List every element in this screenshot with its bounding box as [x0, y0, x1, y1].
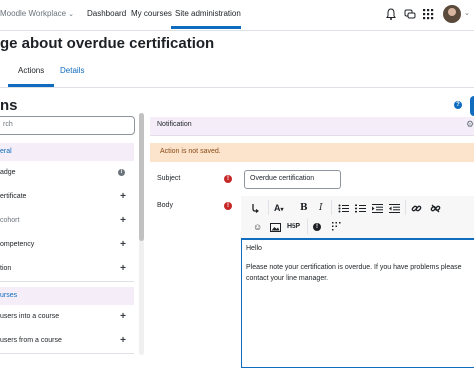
required-icon: ! — [224, 202, 232, 210]
accessibility-icon[interactable]: ! — [313, 223, 321, 231]
page-tabs: Actions Details — [0, 58, 474, 88]
body-line: Hello — [246, 245, 262, 252]
active-nav-indicator — [171, 26, 241, 29]
action-item-competency[interactable]: ompetency + — [0, 233, 134, 258]
italic-icon[interactable]: I — [319, 203, 323, 213]
brand-label: Moodle Workplace — [0, 9, 67, 18]
brand-menu[interactable]: Moodle Workplace ⌄ — [0, 9, 74, 18]
alert-text: Action is not saved. — [160, 148, 221, 155]
panel-title: Notification — [157, 121, 192, 128]
action-label: users into a course — [0, 313, 60, 320]
emoji-icon[interactable]: ☺ — [253, 222, 262, 232]
user-avatar[interactable] — [443, 5, 461, 23]
action-label: ompetency — [0, 241, 35, 248]
font-style-icon[interactable]: A▾ — [274, 203, 284, 213]
image-icon[interactable] — [270, 223, 281, 232]
toolbar-toggle-icon[interactable] — [250, 203, 260, 213]
category-general: eral — [0, 143, 134, 161]
warning-alert: Action is not saved. — [150, 143, 474, 162]
nav-my-courses[interactable]: My courses — [131, 9, 172, 18]
toolbar-separator — [405, 200, 406, 215]
nav-site-administration[interactable]: Site administration — [175, 9, 241, 18]
bold-icon[interactable]: B — [300, 203, 308, 213]
action-label: adge — [0, 169, 16, 176]
toolbar-separator — [268, 200, 269, 215]
action-label: ertificate — [0, 193, 27, 200]
chevron-down-icon: ⌄ — [68, 11, 74, 18]
action-item-badge[interactable]: adge i — [0, 161, 134, 186]
gear-icon[interactable]: ⚙ — [466, 119, 474, 130]
plus-icon[interactable]: + — [120, 215, 126, 226]
numbered-list-icon[interactable] — [355, 204, 366, 213]
category-label: urses — [0, 292, 18, 299]
top-navbar: Moodle Workplace ⌄ Dashboard My courses S… — [0, 0, 474, 31]
category-courses: urses — [0, 287, 134, 305]
show-more-icon[interactable] — [331, 221, 342, 232]
action-item-certificate[interactable]: ertificate + — [0, 185, 134, 210]
subject-label: Subject — [157, 175, 181, 182]
active-tab-indicator — [8, 84, 54, 87]
plus-icon[interactable]: + — [120, 311, 126, 322]
subject-field[interactable]: Overdue certification — [244, 170, 341, 189]
action-item-cohort[interactable]: cohort + — [0, 209, 134, 234]
chevron-down-icon[interactable]: ⌄ — [464, 9, 470, 17]
toolbar-separator — [331, 200, 332, 215]
link-icon[interactable] — [411, 203, 422, 214]
tab-details[interactable]: Details — [60, 66, 84, 75]
action-label: users from a course — [0, 337, 62, 344]
body-line: Please note your certification is overdu… — [246, 264, 462, 271]
toolbar-separator — [307, 219, 308, 234]
nav-dashboard[interactable]: Dashboard — [87, 9, 126, 18]
subject-value: Overdue certification — [250, 175, 315, 182]
help-icon[interactable]: ? — [454, 101, 462, 109]
plus-icon[interactable]: + — [120, 263, 126, 274]
notification-panel-header: Notification — [150, 117, 474, 136]
info-icon[interactable]: i — [118, 169, 125, 176]
h5p-icon[interactable]: H5P — [287, 223, 300, 230]
outdent-icon[interactable] — [389, 204, 400, 213]
plus-icon[interactable]: + — [120, 239, 126, 250]
tab-actions[interactable]: Actions — [18, 66, 44, 75]
category-label: eral — [0, 148, 12, 155]
page-title: ge about overdue certification — [0, 35, 215, 52]
indent-icon[interactable] — [372, 204, 383, 213]
grid-icon[interactable] — [421, 7, 435, 21]
action-label: cohort — [0, 217, 20, 224]
search-placeholder: rch — [3, 121, 13, 128]
body-text-area[interactable] — [241, 238, 474, 368]
unlink-icon[interactable] — [430, 203, 441, 214]
chat-icon[interactable] — [403, 7, 417, 21]
plus-icon[interactable]: + — [120, 191, 126, 202]
action-label: tion — [0, 265, 12, 272]
action-item-notification[interactable]: tion + — [0, 257, 134, 282]
body-label: Body — [157, 202, 173, 209]
required-icon: ! — [224, 175, 232, 183]
scrollbar-thumb[interactable] — [139, 113, 144, 241]
body-line: contact your line manager. — [246, 275, 329, 282]
bullet-list-icon[interactable] — [338, 204, 349, 213]
action-item-enrol-users[interactable]: users into a course + — [0, 305, 134, 330]
bell-icon[interactable] — [384, 7, 398, 21]
plus-icon[interactable]: + — [120, 335, 126, 346]
section-title: ns — [0, 97, 18, 114]
add-action-button[interactable] — [470, 96, 474, 116]
action-item-unenrol-users[interactable]: users from a course + — [0, 329, 134, 354]
action-search-input[interactable]: rch — [0, 116, 135, 135]
